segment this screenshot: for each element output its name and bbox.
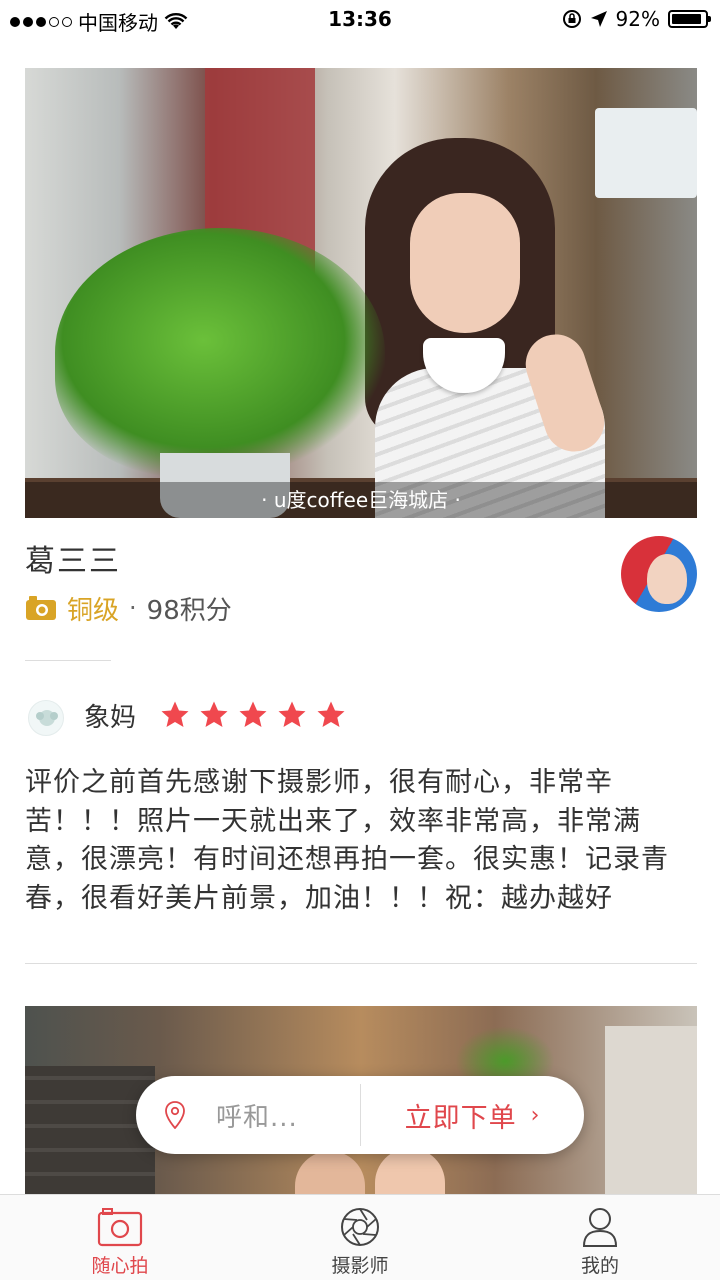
star-icon bbox=[317, 701, 345, 727]
chevron-right-icon: › bbox=[530, 1102, 541, 1128]
star-icon bbox=[161, 701, 189, 727]
photographer-name[interactable]: 葛三三 bbox=[25, 536, 121, 580]
star-icon bbox=[239, 701, 267, 727]
level-separator: · bbox=[129, 594, 137, 622]
photographer-level-row: 铜级 · 98积分 bbox=[25, 590, 232, 626]
tab-random-shoot[interactable]: 随心拍 bbox=[0, 1195, 240, 1280]
star-icon bbox=[200, 701, 228, 727]
tab-label: 摄影师 bbox=[331, 1255, 389, 1277]
location-pin-icon bbox=[165, 1101, 185, 1129]
section-divider bbox=[25, 963, 697, 964]
tab-label: 随心拍 bbox=[91, 1255, 149, 1277]
tab-photographer[interactable]: 摄影师 bbox=[240, 1195, 480, 1280]
user-icon bbox=[582, 1208, 618, 1247]
order-now-label: 立即下单 bbox=[404, 1102, 517, 1134]
photographer-level: 铜级 bbox=[67, 595, 120, 626]
battery-percent: 92% bbox=[615, 7, 660, 31]
elephant-icon bbox=[36, 710, 58, 726]
battery-fill bbox=[672, 14, 702, 24]
tab-mine[interactable]: 我的 bbox=[480, 1195, 720, 1280]
short-divider bbox=[25, 660, 111, 661]
rotation-lock-icon bbox=[562, 10, 581, 28]
battery-icon bbox=[668, 10, 711, 28]
camera-badge-icon bbox=[26, 596, 56, 620]
aperture-icon bbox=[341, 1208, 379, 1246]
photographer-avatar[interactable] bbox=[621, 536, 697, 612]
review-text: 评价之前首先感谢下摄影师，很有耐心，非常辛苦！！！照片一天就出来了，效率非常高，… bbox=[25, 767, 669, 914]
order-bar: 呼和... 立即下单 › bbox=[136, 1076, 584, 1154]
order-now-button[interactable]: 立即下单 › bbox=[361, 1076, 584, 1154]
tab-label: 我的 bbox=[580, 1255, 619, 1277]
photo-plant bbox=[55, 228, 385, 478]
photo-subject bbox=[365, 138, 645, 518]
rating-stars bbox=[160, 700, 346, 730]
star-icon bbox=[278, 701, 306, 727]
feed-photo[interactable]: · u度coffee巨海城店 · bbox=[25, 68, 697, 518]
status-right: 92% bbox=[562, 7, 711, 31]
reviewer-name: 象妈 bbox=[84, 703, 137, 733]
location-text: 呼和... bbox=[216, 1102, 298, 1133]
photographer-points: 98积分 bbox=[146, 595, 232, 626]
reviewer-avatar bbox=[28, 700, 64, 736]
tab-bar: 随心拍 摄影师 我的 bbox=[0, 1194, 720, 1280]
location-arrow-icon bbox=[590, 11, 607, 27]
status-bar: 中国移动 13:36 92% bbox=[0, 0, 720, 40]
location-selector[interactable]: 呼和... bbox=[136, 1076, 360, 1154]
photo-location-caption: · u度coffee巨海城店 · bbox=[25, 482, 697, 518]
camera-icon bbox=[97, 1208, 143, 1247]
